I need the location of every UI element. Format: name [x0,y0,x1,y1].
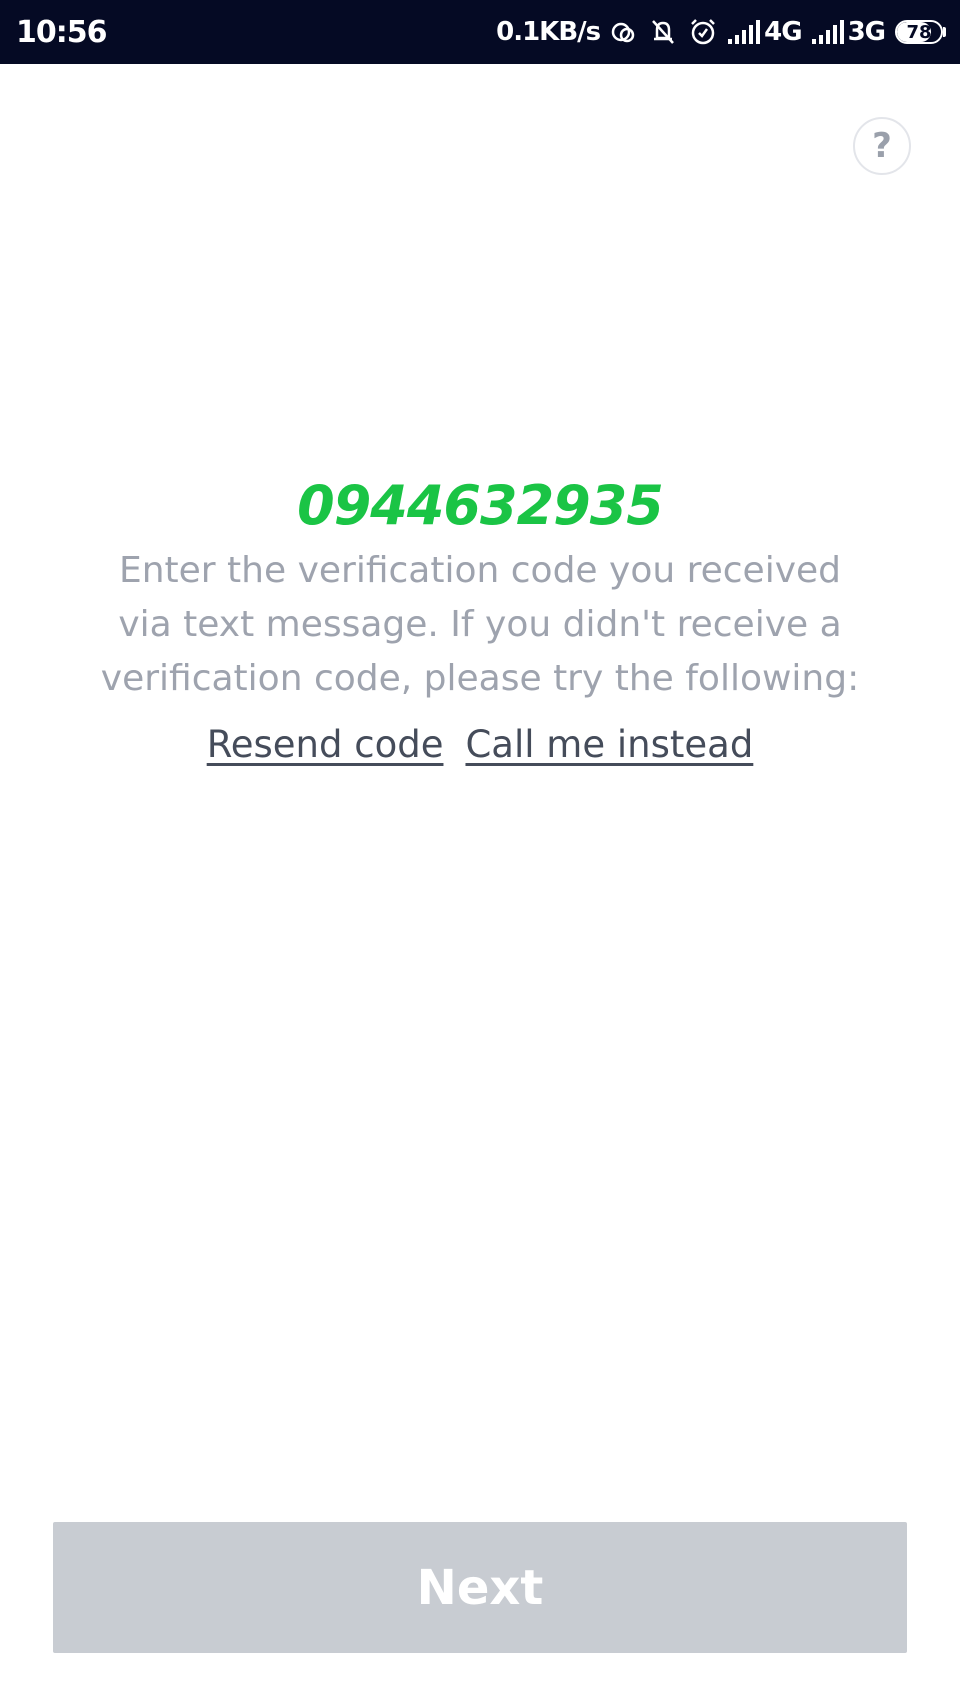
hotspot-icon [610,18,638,46]
signal-icon [728,19,762,45]
question-mark-icon: ? [872,126,892,166]
next-button[interactable]: Next [53,1522,907,1653]
resend-code-link[interactable]: Resend code [207,720,444,770]
call-me-instead-link[interactable]: Call me instead [465,720,753,770]
status-bar: 10:56 0.1KB/s 4G 3G 78 [0,0,960,64]
network-type-3g: 3G [847,17,886,47]
verification-content: 0944632935 Enter the verification code y… [0,470,960,770]
battery-icon: 78 [895,20,946,44]
alarm-icon [688,17,718,47]
verification-options: Resend code Call me instead [0,720,960,770]
status-time: 10:56 [16,14,107,50]
status-icons: 0.1KB/s 4G 3G 78 [496,17,946,47]
network-type-4g: 4G [764,17,802,47]
mute-icon [648,17,678,47]
help-button[interactable]: ? [853,117,911,175]
signal-icon [811,19,846,45]
battery-level: 78 [906,21,932,43]
phone-number: 0944632935 [297,474,664,537]
verification-instructions: Enter the verification code you received… [100,550,860,699]
net-speed: 0.1KB/s [496,17,601,47]
